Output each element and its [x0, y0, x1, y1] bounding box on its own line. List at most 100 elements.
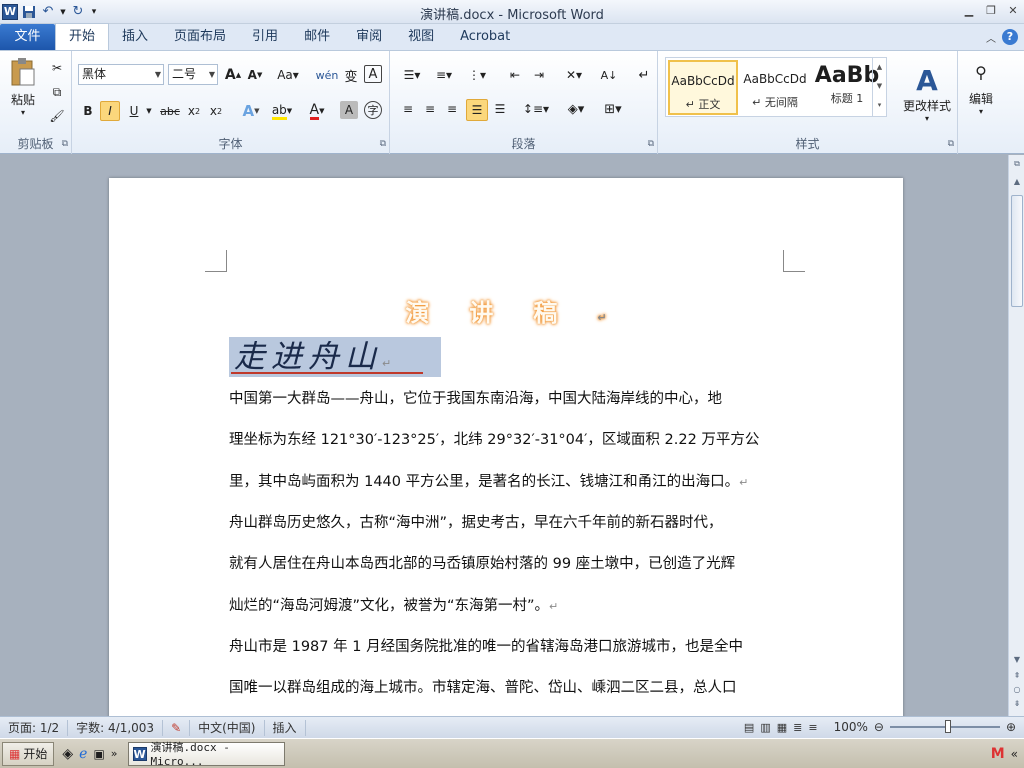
scroll-down-icon[interactable]: ▼ [1009, 655, 1024, 669]
line-spacing-icon[interactable]: ↕≡▾ [522, 99, 550, 119]
font-launcher-icon[interactable]: ⧉ [380, 139, 386, 149]
shading-icon[interactable]: ◈▾ [562, 99, 590, 119]
word-logo-icon[interactable]: W [2, 3, 18, 20]
font-name-combo[interactable]: 黑体 ▼ [78, 64, 164, 85]
tab-home[interactable]: 开始 [55, 23, 110, 50]
clear-formatting-icon[interactable]: wén [316, 65, 339, 85]
align-left-icon[interactable]: ≡ [398, 99, 418, 119]
decrease-indent-icon[interactable]: ⇤ [504, 65, 526, 85]
undo-dropdown-icon[interactable]: ▼ [59, 4, 67, 20]
zoom-out-icon[interactable]: ⊖ [874, 720, 884, 734]
copy-icon[interactable]: ⧉ [48, 83, 66, 101]
text-effects-icon[interactable]: A ▼ [238, 101, 264, 121]
quicklaunch-icon[interactable]: ▣ [93, 747, 104, 761]
tab-file[interactable]: 文件 [0, 24, 55, 50]
character-border-icon[interactable]: A [364, 65, 382, 83]
character-shading-icon[interactable]: A [340, 101, 358, 119]
zoom-slider[interactable] [889, 720, 1000, 733]
phonetic-guide-icon[interactable]: 变 [340, 65, 362, 85]
vertical-scrollbar[interactable]: ⧉ ▲ ▼ ⇞ ○ ⇟ [1008, 155, 1024, 716]
superscript-button[interactable]: x2 [206, 101, 226, 121]
tray-expand-icon[interactable]: « [1011, 747, 1018, 761]
previous-page-icon[interactable]: ⇞ [1009, 671, 1024, 685]
italic-button[interactable]: I [100, 101, 120, 121]
close-icon[interactable]: ✕ [1004, 2, 1022, 18]
grow-font-icon[interactable]: A ▲ [223, 65, 243, 85]
font-color-icon[interactable]: A ▼ [304, 101, 330, 121]
page-count[interactable]: 页面: 1/2 [0, 719, 69, 736]
underline-button[interactable]: U [124, 101, 144, 121]
quicklaunch-more-icon[interactable]: » [111, 747, 118, 760]
language-status[interactable]: 中文(中国) [190, 719, 265, 736]
full-screen-reading-icon[interactable]: ▥ [760, 721, 770, 734]
zoom-level[interactable]: 100% [834, 720, 868, 734]
start-button[interactable]: ▦ 开始 [2, 741, 55, 766]
align-center-icon[interactable]: ≡ [420, 99, 440, 119]
underline-dropdown-icon[interactable]: ▼ [144, 101, 154, 121]
web-layout-icon[interactable]: ▦ [777, 721, 787, 734]
increase-indent-icon[interactable]: ⇥ [528, 65, 550, 85]
format-painter-icon[interactable]: 🖌 [48, 107, 66, 125]
save-icon[interactable] [21, 4, 37, 20]
style-normal[interactable]: AaBbCcDd ↵ 正文 [668, 60, 738, 115]
word-count[interactable]: 字数: 4/1,003 [68, 719, 164, 736]
minimize-icon[interactable]: ▁ [960, 2, 978, 18]
browse-object-icon[interactable]: ○ [1009, 685, 1024, 699]
bold-button[interactable]: B [78, 101, 98, 121]
restore-icon[interactable]: ❐ [982, 2, 1000, 18]
enclose-characters-icon[interactable]: 字 [364, 101, 382, 119]
tab-acrobat[interactable]: Acrobat [447, 24, 523, 50]
outline-icon[interactable]: ≣ [793, 721, 802, 734]
bullets-icon[interactable]: ☰▾ [398, 65, 426, 85]
cut-icon[interactable]: ✂ [48, 59, 66, 77]
minimize-ribbon-icon[interactable]: ︿ [986, 30, 996, 45]
undo-icon[interactable]: ↶ [40, 4, 56, 20]
borders-icon[interactable]: ⊞▾ [598, 99, 628, 119]
tab-page-layout[interactable]: 页面布局 [161, 24, 239, 50]
document-page[interactable]: 演讲稿↵ 走进舟山↵ 中国第一大群岛——舟山，它位于我国东南沿海，中国大陆海岸线… [109, 178, 903, 716]
paste-button[interactable]: 粘贴 ▾ [6, 55, 40, 119]
tab-review[interactable]: 审阅 [343, 24, 395, 50]
redo-icon[interactable]: ↻ [70, 4, 86, 20]
tab-references[interactable]: 引用 [239, 24, 291, 50]
zoom-slider-knob[interactable] [944, 720, 951, 733]
font-size-combo[interactable]: 二号 ▼ [168, 64, 218, 85]
print-layout-icon[interactable]: ▤ [744, 721, 754, 734]
proofing-icon[interactable]: ✎ [163, 719, 191, 736]
numbering-icon[interactable]: ≡▾ [430, 65, 458, 85]
editing-button[interactable]: ⚲ 编辑 ▾ [964, 57, 998, 121]
taskbar-task-word[interactable]: W 演讲稿.docx - Micro... [127, 741, 285, 768]
next-page-icon[interactable]: ⇟ [1009, 699, 1024, 713]
tray-app-icon[interactable]: M [991, 746, 1005, 762]
shrink-font-icon[interactable]: A ▼ [245, 65, 265, 85]
highlight-color-icon[interactable]: ab ▼ [268, 101, 296, 121]
multilevel-list-icon[interactable]: ⋮▾ [462, 65, 492, 85]
align-right-icon[interactable]: ≡ [442, 99, 462, 119]
paragraph-launcher-icon[interactable]: ⧉ [648, 139, 654, 149]
distributed-icon[interactable]: ☰ [490, 99, 510, 119]
change-case-icon[interactable]: Aa▾ [276, 65, 300, 85]
ruler-toggle-icon[interactable]: ⧉ [1009, 159, 1024, 173]
show-marks-icon[interactable]: ↵ [634, 65, 654, 85]
subscript-button[interactable]: x2 [184, 101, 204, 121]
scroll-up-icon[interactable]: ▲ [1009, 177, 1024, 191]
tab-mailings[interactable]: 邮件 [291, 24, 343, 50]
browser-icon[interactable]: ℯ [79, 746, 87, 762]
draft-icon[interactable]: ≡ [808, 721, 817, 734]
change-styles-button[interactable]: A 更改样式 ▾ [902, 57, 952, 129]
desktop-icon[interactable]: ◈ [62, 746, 73, 762]
styles-scroll[interactable]: ▲ ▼ ▾ [872, 58, 886, 116]
clipboard-launcher-icon[interactable]: ⧉ [62, 139, 68, 149]
customize-qat-icon[interactable]: ▾ [89, 4, 99, 20]
style-no-spacing[interactable]: AaBbCcDd ↵ 无间隔 [740, 60, 810, 115]
tab-insert[interactable]: 插入 [109, 24, 161, 50]
tab-view[interactable]: 视图 [395, 24, 447, 50]
strikethrough-button[interactable]: abc [158, 101, 182, 121]
asian-layout-icon[interactable]: ✕▾ [560, 65, 588, 85]
insert-mode[interactable]: 插入 [265, 719, 306, 736]
zoom-in-icon[interactable]: ⊕ [1006, 720, 1016, 734]
justify-icon[interactable]: ☰ [466, 99, 488, 121]
scrollbar-thumb[interactable] [1011, 195, 1023, 307]
sort-icon[interactable]: A↓ [598, 65, 620, 85]
help-icon[interactable]: ? [1002, 29, 1018, 45]
